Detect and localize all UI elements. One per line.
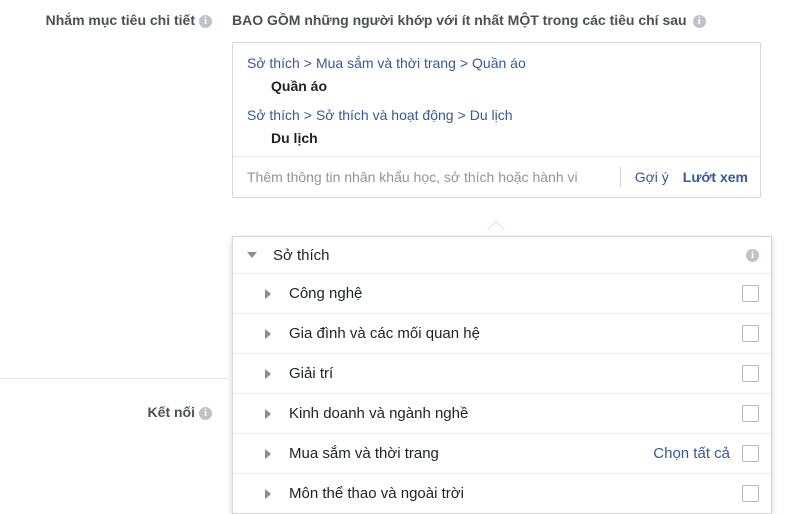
list-item-checkbox[interactable] (742, 485, 759, 502)
info-icon[interactable]: i (746, 248, 759, 262)
field-label-detailed-targeting-text: Nhắm mục tiêu chi tiết (45, 12, 195, 28)
breadcrumb-segment[interactable]: Sở thích và hoạt động (316, 107, 454, 123)
dropdown-caret-icon (488, 222, 504, 230)
search-actions: Gợi ý Lướt xem (619, 157, 760, 197)
chevron-right-icon[interactable] (259, 448, 277, 459)
breadcrumb-separator: > (459, 55, 469, 71)
list-item-label: Mua sắm và thời trang (289, 445, 439, 462)
dropdown-category-title: Sở thích (273, 246, 330, 264)
list-item-label: Gia đình và các mối quan hệ (289, 325, 480, 342)
selected-interest-item: Sở thích > Mua sắm và thời trang > Quần áo Q… (247, 53, 746, 96)
list-item-checkbox[interactable] (742, 365, 759, 382)
list-item-label: Công nghệ (289, 285, 363, 302)
breadcrumb: Sở thích > Mua sắm và thời trang > Quần áo (247, 53, 746, 73)
list-item[interactable]: Gia đình và các mối quan hệ (233, 314, 771, 354)
breadcrumb-separator: > (303, 55, 312, 71)
chevron-right-icon[interactable] (259, 368, 277, 379)
field-label-connections-text: Kết nối (147, 404, 195, 420)
breadcrumb-separator: > (457, 107, 466, 123)
chevron-right-icon[interactable] (259, 288, 277, 299)
browse-dropdown: Sở thích i Công nghệ Gia đình và các mối… (232, 236, 772, 514)
breadcrumb-segment[interactable]: Mua sắm và thời trang (316, 55, 456, 71)
list-item[interactable]: Kinh doanh và ngành nghề (233, 394, 771, 434)
panel-title-text: BAO GỒM những người khớp với ít nhất MỘT… (232, 12, 687, 28)
chevron-down-icon[interactable] (243, 252, 261, 258)
chevron-right-icon[interactable] (259, 328, 277, 339)
selected-interest-value: Quần áo (271, 78, 328, 94)
list-item-label: Kinh doanh và ngành nghề (289, 405, 469, 422)
breadcrumb-segment[interactable]: Sở thích (247, 107, 300, 123)
field-label-connections: Kết nối i (148, 404, 212, 420)
field-label-detailed-targeting: Nhắm mục tiêu chi tiết i (46, 12, 212, 28)
selected-interest-value: Du lịch (271, 130, 318, 146)
breadcrumb-separator: > (303, 107, 312, 123)
select-all-link[interactable]: Chọn tất cả (653, 445, 730, 462)
breadcrumb-segment[interactable]: Sở thích (247, 55, 300, 71)
left-label-column: Nhắm mục tiêu chi tiết i Kết nối i (0, 0, 228, 500)
list-item-label: Môn thể thao và ngoài trời (289, 485, 464, 502)
breadcrumb-segment[interactable]: Quần áo (472, 55, 526, 71)
info-icon[interactable]: i (199, 407, 212, 420)
targeting-search-input[interactable] (233, 169, 620, 185)
browse-button[interactable]: Lướt xem (683, 169, 748, 185)
dropdown-category-header[interactable]: Sở thích i (233, 237, 771, 274)
list-item-label: Giải trí (289, 365, 334, 382)
chevron-right-icon[interactable] (259, 488, 277, 499)
list-item-checkbox[interactable] (742, 325, 759, 342)
list-item[interactable]: Mua sắm và thời trang Chọn tất cả (233, 434, 771, 474)
info-icon[interactable]: i (692, 15, 706, 28)
breadcrumb-segment[interactable]: Du lịch (470, 107, 513, 123)
targeting-spec-box: Sở thích > Mua sắm và thời trang > Quần áo Q… (232, 42, 761, 198)
info-icon[interactable]: i (199, 15, 212, 28)
divider (619, 167, 621, 187)
selected-interest-item: Sở thích > Sở thích và hoạt động > Du lịch D… (247, 105, 746, 148)
suggestions-button[interactable]: Gợi ý (635, 169, 669, 185)
chevron-right-icon[interactable] (259, 408, 277, 419)
targeting-search-row: Gợi ý Lướt xem (233, 156, 760, 197)
selected-interests-list: Sở thích > Mua sắm và thời trang > Quần áo Q… (233, 43, 760, 148)
list-item[interactable]: Môn thể thao và ngoài trời (233, 474, 771, 513)
list-item[interactable]: Công nghệ (233, 274, 771, 314)
list-item[interactable]: Giải trí (233, 354, 771, 394)
panel-title: BAO GỒM những người khớp với ít nhất MỘT… (232, 12, 706, 28)
list-item-checkbox[interactable] (742, 445, 759, 462)
section-divider (0, 378, 228, 379)
breadcrumb: Sở thích > Sở thích và hoạt động > Du lịch (247, 105, 746, 125)
list-item-checkbox[interactable] (742, 285, 759, 302)
list-item-checkbox[interactable] (742, 405, 759, 422)
